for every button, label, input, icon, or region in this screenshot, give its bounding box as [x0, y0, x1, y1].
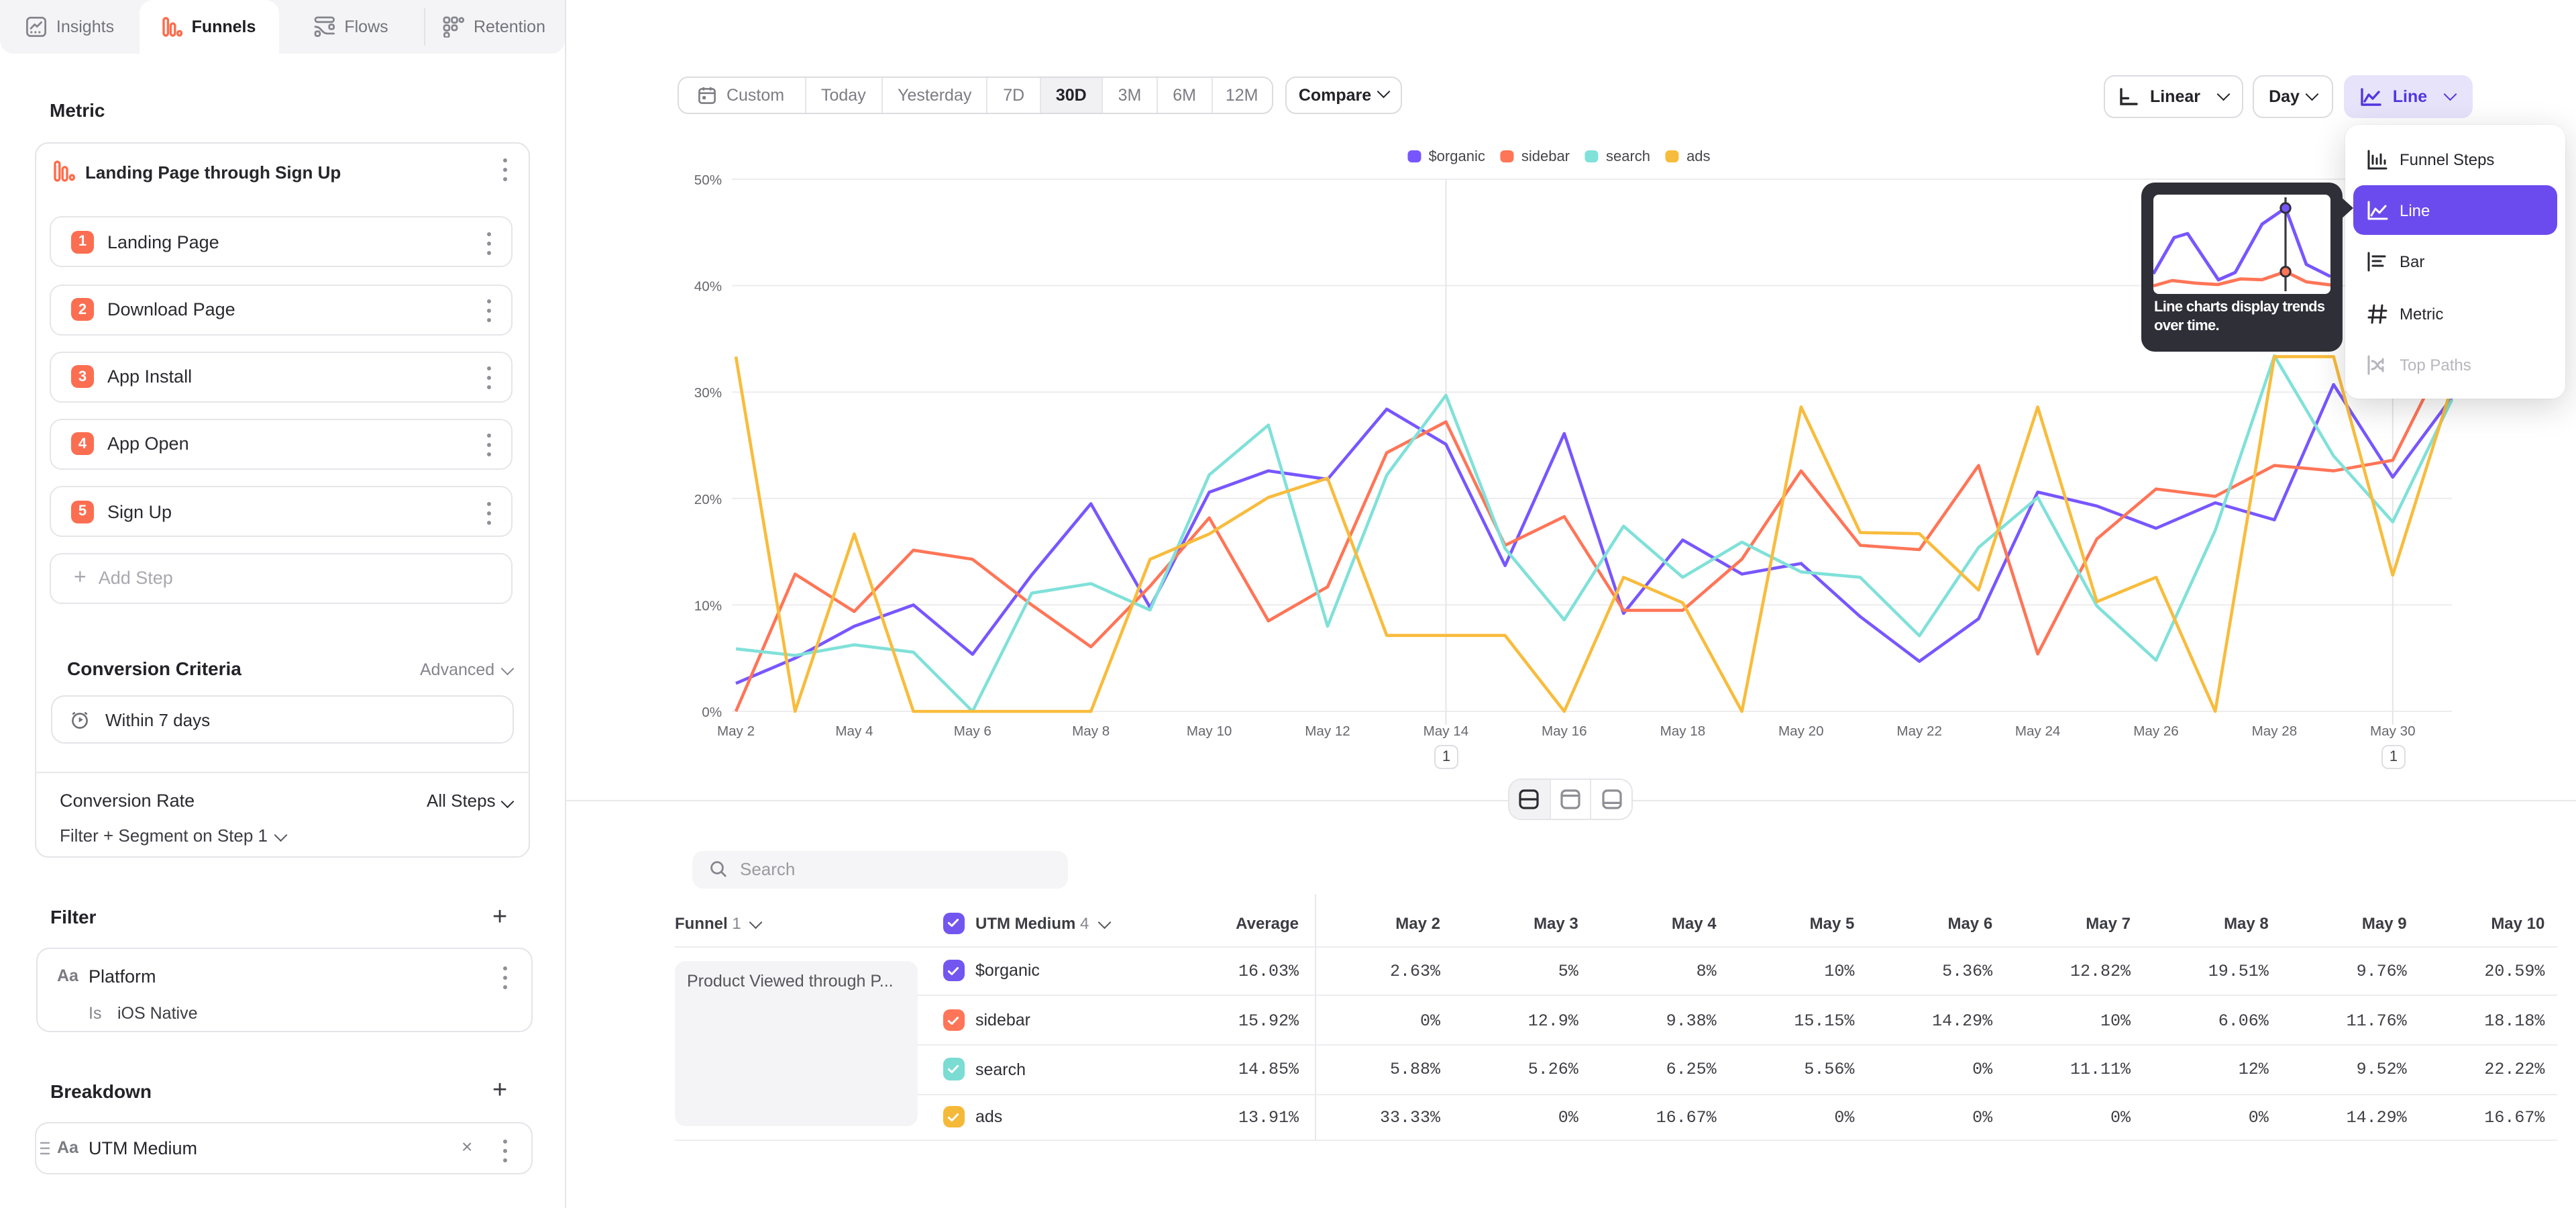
svg-text:May 26: May 26	[2133, 723, 2179, 739]
svg-text:May 4: May 4	[835, 723, 873, 739]
svg-text:0%: 0%	[702, 705, 722, 720]
svg-text:May 22: May 22	[1896, 723, 1942, 739]
svg-text:May 10: May 10	[1187, 723, 1232, 739]
svg-text:May 28: May 28	[2252, 723, 2298, 739]
svg-text:May 8: May 8	[1072, 723, 1110, 739]
svg-text:May 24: May 24	[2015, 723, 2061, 739]
svg-text:May 2: May 2	[717, 723, 755, 739]
svg-text:May 6: May 6	[954, 723, 991, 739]
svg-text:May 20: May 20	[1778, 723, 1824, 739]
svg-text:20%: 20%	[694, 492, 722, 507]
svg-text:40%: 40%	[694, 279, 722, 295]
svg-text:May 18: May 18	[1660, 723, 1706, 739]
svg-text:30%: 30%	[694, 385, 722, 401]
svg-text:May 30: May 30	[2370, 723, 2416, 739]
svg-text:May 16: May 16	[1542, 723, 1587, 739]
svg-text:May 14: May 14	[1424, 723, 1469, 739]
svg-text:May 12: May 12	[1305, 723, 1350, 739]
svg-text:50%: 50%	[694, 172, 722, 188]
svg-text:10%: 10%	[694, 598, 722, 613]
